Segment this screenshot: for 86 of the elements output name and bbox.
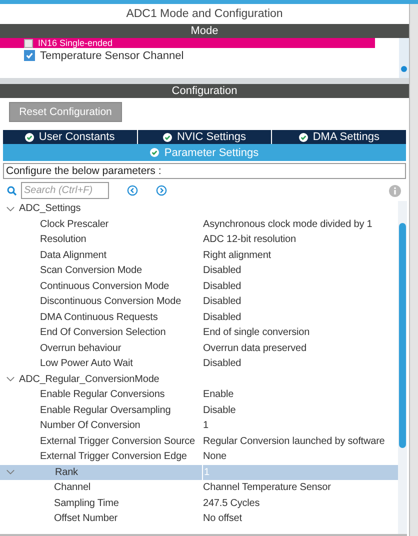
parameter-value: Right alignment (202, 250, 271, 261)
parameter-name: External Trigger Conversion Edge (39, 451, 187, 462)
parameter-name: Enable Regular Oversampling (39, 404, 171, 416)
tab[interactable]: DMA Settings (272, 130, 406, 144)
tab[interactable]: NVIC Settings (138, 130, 272, 144)
parameter-name: Offset Number (53, 513, 118, 524)
tree-row[interactable]: DMA Continuous Requests Disabled (0, 310, 398, 325)
parameter-name: Clock Prescaler (39, 218, 109, 230)
tree-row[interactable]: Discontinuous Conversion Mode Disabled (0, 294, 398, 310)
tree-row[interactable]: Clock Prescaler Asynchronous clock mode divided by 1 (0, 216, 398, 232)
parameter-name: ADC_Regular_ConversionMode (18, 374, 160, 385)
next-icon[interactable] (156, 185, 167, 196)
check-circle-icon (162, 132, 172, 142)
search-field[interactable]: Search (Ctrl+F) (21, 182, 109, 199)
mode-header: Mode (0, 24, 409, 38)
parameter-value: None (202, 451, 227, 462)
tree-row[interactable]: Sampling Time 247.5 Cycles (0, 496, 398, 511)
tree-row[interactable]: Offset Number No offset (0, 511, 398, 526)
parameter-name: End Of Conversion Selection (39, 327, 166, 338)
parameter-name: Low Power Auto Wait (39, 358, 133, 370)
tree-row[interactable]: Scan Conversion Mode Disabled (0, 263, 398, 278)
chevron-icon[interactable] (6, 376, 15, 382)
info-icon[interactable] (389, 184, 401, 196)
check-circle-icon (150, 148, 160, 157)
checkbox[interactable] (24, 50, 35, 61)
parameter-value: Disable (202, 404, 236, 416)
parameter-name: Discontinuous Conversion Mode (39, 296, 182, 308)
parameter-value: Disabled (202, 312, 242, 323)
parameter-value: Regular Conversion launched by software (202, 436, 385, 447)
tree-row[interactable]: Low Power Auto Wait Disabled (0, 356, 398, 372)
parameter-name: Sampling Time (53, 498, 119, 509)
check-circle-icon (298, 132, 308, 142)
tree-row[interactable]: Data Alignment Right alignment (0, 248, 398, 263)
parameter-name: Overrun behaviour (39, 342, 122, 354)
tree-row[interactable]: Resolution ADC 12-bit resolution (0, 232, 398, 248)
parameter-value: No offset (202, 513, 242, 524)
parameter-name: Continuous Conversion Mode (39, 280, 170, 292)
parameter-name: Channel (53, 482, 91, 494)
parameter-value: Enable (202, 389, 234, 400)
tree-row[interactable]: ADC_Regular_ConversionMode (0, 372, 398, 387)
parameter-value: Disabled (202, 296, 242, 308)
tree-row[interactable]: Enable Regular Conversions Enable (0, 387, 398, 402)
parameter-value: Disabled (202, 265, 242, 276)
parameter-value: End of single conversion (202, 327, 310, 338)
parameter-name: Scan Conversion Mode (39, 265, 142, 276)
scrollbar[interactable] (399, 38, 409, 78)
channel-row[interactable]: Temperature Sensor Channel (0, 48, 375, 63)
previous-icon[interactable] (127, 185, 138, 196)
parameter-name: Data Alignment (39, 250, 106, 261)
panel-title: ADC1 Mode and Configuration (125, 7, 284, 22)
tree-row[interactable]: External Trigger Conversion Source Regular Conversion launched by software (0, 434, 398, 449)
parameter-value: 1 (202, 420, 208, 432)
tree-row[interactable]: Number Of Conversion 1 (0, 418, 398, 434)
checkbox[interactable] (24, 38, 33, 48)
configuration-header: Configuration (0, 84, 409, 98)
parameter-value: Asynchronous clock mode divided by 1 (202, 218, 372, 230)
parameter-name: Number Of Conversion (39, 420, 140, 432)
tree-row[interactable]: External Trigger Conversion Edge None (0, 449, 398, 464)
tree-row[interactable]: End Of Conversion Selection End of single conversion (0, 325, 398, 340)
chevron-icon[interactable] (6, 469, 15, 476)
channel-row[interactable]: IN16 Single-ended (0, 38, 375, 48)
tree-row[interactable]: Rank 1 (0, 464, 398, 480)
parameter-value: Disabled (202, 358, 242, 370)
parameter-value: 247.5 Cycles (202, 498, 260, 509)
parameter-name: External Trigger Conversion Source (39, 436, 196, 447)
tree-row[interactable]: ADC_Settings (0, 201, 398, 216)
search-icon (7, 186, 17, 196)
tree-row[interactable]: Channel Channel Temperature Sensor (0, 480, 398, 496)
parameter-value: Channel Temperature Sensor (202, 482, 331, 494)
parameter-name: DMA Continuous Requests (39, 312, 158, 323)
parameter-name: ADC_Settings (18, 203, 81, 214)
parameter-value: Disabled (202, 280, 242, 292)
tree-row[interactable]: Continuous Conversion Mode Disabled (0, 278, 398, 294)
parameter-value: 1 (203, 466, 210, 478)
tree-row[interactable]: Enable Regular Oversampling Disable (0, 402, 398, 418)
scrollbar-thumb[interactable] (399, 223, 406, 448)
parameter-value: ADC 12-bit resolution (202, 234, 296, 246)
description-text: Configure the below parameters : (3, 163, 406, 179)
tab[interactable]: User Constants (3, 130, 137, 144)
check-circle-icon (24, 132, 34, 142)
parameter-name: Resolution (39, 234, 86, 246)
parameter-value: Overrun data preserved (202, 342, 306, 354)
chevron-icon[interactable] (6, 206, 15, 212)
tree-row[interactable]: Overrun behaviour Overrun data preserved (0, 340, 398, 356)
parameter-name: Enable Regular Conversions (39, 389, 165, 400)
parameter-name: Rank (54, 466, 78, 478)
